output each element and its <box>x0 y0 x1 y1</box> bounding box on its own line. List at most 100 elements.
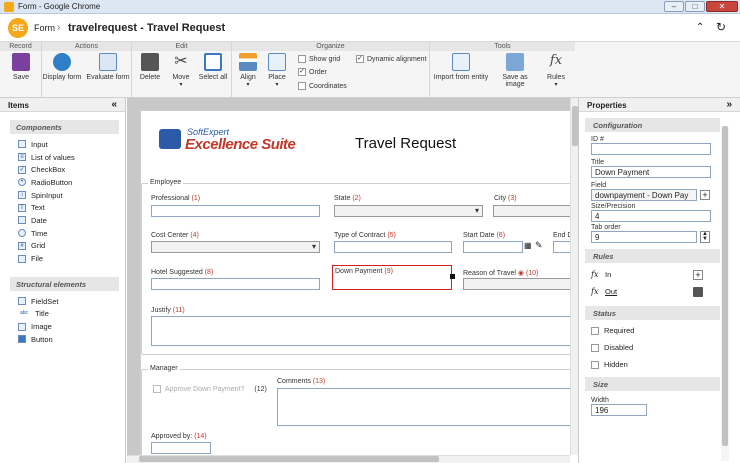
function-icon: fx <box>591 270 599 279</box>
order-checkbox[interactable]: ✓ Order <box>298 68 327 76</box>
component-checkbox[interactable]: ✓ CheckBox <box>0 163 125 176</box>
button-icon <box>18 335 26 344</box>
state-label: State (2) <box>334 195 361 202</box>
import-from-entity-button[interactable]: Import from entity <box>432 53 490 81</box>
component-time[interactable]: Time <box>0 227 125 240</box>
window-titlebar: Form - Google Chrome – □ ✕ <box>0 0 740 14</box>
structural-button[interactable]: Button <box>0 333 125 346</box>
dynamic-alignment-checkbox[interactable]: ✓ Dynamic alignment <box>356 55 427 63</box>
component-list-of-values[interactable]: ≡ List of values <box>0 151 125 164</box>
structural-title[interactable]: abc Title <box>0 308 125 321</box>
type-contract-label: Type of Contract (5) <box>334 232 396 239</box>
clear-date-icon[interactable]: ✎ <box>535 240 545 252</box>
reason-label: Reason of Travel ◉ (10) <box>463 270 539 277</box>
minimize-button[interactable]: – <box>664 1 684 12</box>
calendar-icon[interactable]: ▦ <box>524 241 534 253</box>
size-precision-input[interactable]: 4 <box>591 210 711 222</box>
checkbox-icon: ✓ <box>18 165 26 174</box>
page-header: SE Form › travelrequest - Travel Request… <box>0 14 740 42</box>
cost-center-select[interactable] <box>151 241 320 253</box>
save-as-image-button[interactable]: Save as image <box>492 53 538 88</box>
align-button[interactable]: Align ▾ <box>236 53 260 88</box>
place-icon <box>268 53 286 71</box>
add-rule-button[interactable]: + <box>693 269 703 280</box>
play-icon <box>53 53 71 71</box>
size-section: Size <box>585 377 720 391</box>
id-input[interactable] <box>591 143 711 155</box>
component-file[interactable]: File <box>0 252 125 265</box>
app-icon <box>4 2 14 12</box>
component-grid[interactable]: # Grid <box>0 240 125 253</box>
show-grid-checkbox[interactable]: Show grid <box>298 55 340 63</box>
approve-checkbox[interactable]: Approve Down Payment? (12) <box>153 385 267 393</box>
down-payment-label: Down Payment (9) <box>335 268 393 275</box>
move-button[interactable]: ✂ Move ▾ <box>168 53 194 88</box>
breadcrumb-separator: › <box>57 22 61 33</box>
resize-handle[interactable] <box>450 274 455 279</box>
component-radiobutton[interactable]: • RadioButton <box>0 176 125 189</box>
expand-properties-button[interactable]: » <box>726 100 732 110</box>
refresh-icon[interactable]: ↻ <box>716 20 726 34</box>
width-input[interactable]: 196 <box>591 404 647 416</box>
reason-select[interactable] <box>463 278 578 290</box>
hotel-input[interactable] <box>151 278 320 290</box>
component-spininput[interactable]: ↕ SpinInput <box>0 189 125 202</box>
properties-scrollbar[interactable] <box>721 126 729 461</box>
collapse-header-icon[interactable]: ⌃ <box>696 22 704 33</box>
fieldset-icon <box>18 297 26 306</box>
collapse-items-button[interactable]: « <box>111 100 117 110</box>
component-text[interactable]: T Text <box>0 201 125 214</box>
tab-order-stepper[interactable]: ▲ ▼ <box>700 231 710 243</box>
properties-panel-header: Properties » <box>579 98 740 112</box>
hotel-label: Hotel Suggested (8) <box>151 269 214 276</box>
type-contract-input[interactable] <box>334 241 452 253</box>
display-form-button[interactable]: Display form <box>42 53 82 81</box>
structural-image[interactable]: Image <box>0 320 125 333</box>
hidden-checkbox[interactable]: Hidden <box>591 356 740 373</box>
canvas-horizontal-scrollbar[interactable] <box>127 455 570 463</box>
toolbar-ribbon: Record Save Actions Display form Evaluat… <box>0 42 740 98</box>
window-title: Form - Google Chrome <box>18 2 101 11</box>
professional-input[interactable] <box>151 205 320 217</box>
approved-by-input[interactable] <box>151 442 211 454</box>
maximize-button[interactable]: □ <box>685 1 705 12</box>
delete-button[interactable]: Delete <box>136 53 164 81</box>
state-select[interactable] <box>334 205 483 217</box>
field-select[interactable]: downpayment - Down Pay <box>591 189 697 201</box>
rule-in-row[interactable]: fx In + <box>591 268 740 281</box>
tab-order-input[interactable]: 9 <box>591 231 697 243</box>
disabled-checkbox[interactable]: Disabled <box>591 339 740 356</box>
evaluate-form-button[interactable]: Evaluate form <box>86 53 130 81</box>
add-field-button[interactable]: + <box>700 190 710 200</box>
comments-textarea[interactable] <box>277 388 578 426</box>
place-button[interactable]: Place ▾ <box>264 53 290 88</box>
softexpert-logo-icon <box>159 129 181 149</box>
structural-fieldset[interactable]: FieldSet <box>0 295 125 308</box>
down-payment-selected[interactable]: Down Payment (9) <box>332 265 455 290</box>
import-icon <box>452 53 470 71</box>
title-icon: abc <box>19 309 29 316</box>
title-input[interactable]: Down Payment <box>591 166 711 178</box>
trash-icon[interactable] <box>693 286 703 297</box>
comments-label: Comments (13) <box>277 378 326 385</box>
close-button[interactable]: ✕ <box>706 1 738 12</box>
rule-out-row[interactable]: fx Out <box>591 285 740 298</box>
component-input[interactable]: Input <box>0 138 125 151</box>
tab-order-label: Tab order <box>591 224 621 231</box>
save-button[interactable]: Save <box>8 53 34 81</box>
component-date[interactable]: Date <box>0 214 125 227</box>
items-panel: Items « Components Input ≡ List of values… <box>0 98 126 463</box>
form-page: SoftExpert Excellence Suite Travel Reque… <box>140 110 578 463</box>
configuration-section: Configuration <box>585 118 720 132</box>
required-checkbox[interactable]: Required <box>591 322 740 339</box>
start-date-input[interactable] <box>463 241 523 253</box>
structural-section: Structural elements <box>10 276 119 291</box>
rules-button[interactable]: fx Rules ▾ <box>542 53 570 88</box>
city-select[interactable] <box>493 205 578 217</box>
components-section: Components <box>10 120 119 134</box>
coordinates-checkbox[interactable]: Coordinates <box>298 82 347 90</box>
breadcrumb-home[interactable]: Form <box>34 23 55 33</box>
justify-textarea[interactable] <box>151 316 578 346</box>
canvas-vertical-scrollbar[interactable] <box>570 98 578 455</box>
select-all-button[interactable]: Select all <box>196 53 230 81</box>
